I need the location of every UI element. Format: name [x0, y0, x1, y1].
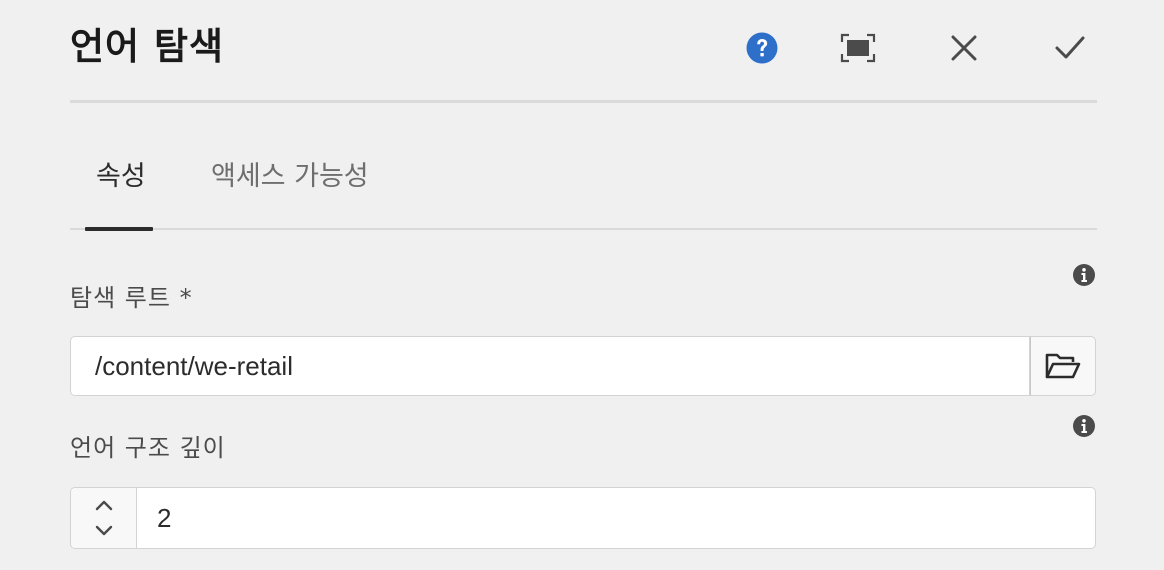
tabs-divider	[70, 228, 1097, 230]
navigation-root-label: 탐색 루트 *	[70, 284, 193, 312]
done-button[interactable]	[1046, 24, 1094, 72]
fullscreen-button[interactable]	[834, 24, 882, 72]
stepper-buttons	[71, 488, 137, 548]
close-button[interactable]	[940, 24, 988, 72]
tab-properties[interactable]: 속성	[96, 155, 146, 199]
navigation-root-input[interactable]	[70, 336, 1030, 396]
fullscreen-icon	[840, 33, 876, 63]
tab-active-indicator	[85, 227, 153, 231]
dialog-title: 언어 탐색	[70, 25, 225, 68]
help-circle-icon	[746, 32, 778, 64]
structure-depth-label: 언어 구조 깊이	[70, 434, 226, 462]
chevron-up-icon	[95, 500, 112, 511]
structure-depth-value[interactable]: 2	[157, 488, 171, 548]
header-divider	[70, 100, 1097, 103]
structure-depth-stepper[interactable]: 2	[70, 487, 1096, 549]
folder-open-icon	[1045, 353, 1081, 379]
info-icon[interactable]	[1072, 263, 1096, 287]
help-button[interactable]	[738, 24, 786, 72]
decrement-button[interactable]	[71, 516, 136, 546]
checkmark-icon	[1055, 36, 1085, 59]
tab-accessibility[interactable]: 액세스 가능성	[211, 155, 369, 199]
browse-button[interactable]	[1030, 336, 1096, 396]
close-icon	[951, 35, 977, 61]
info-icon[interactable]	[1072, 414, 1096, 438]
chevron-down-icon	[95, 525, 112, 536]
